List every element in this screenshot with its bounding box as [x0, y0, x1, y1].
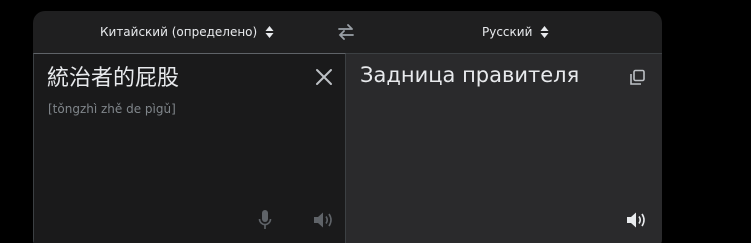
target-language-label: Русский [482, 25, 533, 39]
translator-panel: Китайский (определено) Русский 統治者的屁股 [t… [33, 11, 662, 243]
copy-icon [630, 69, 645, 85]
translation-area: Задница правителя [346, 53, 662, 243]
swap-languages-button[interactable] [335, 22, 357, 42]
updown-arrows-icon [540, 26, 549, 38]
listen-translation-button[interactable] [625, 208, 649, 232]
source-language-label: Китайский (определено) [100, 25, 258, 39]
listen-source-button[interactable] [312, 208, 336, 232]
source-language-selector[interactable]: Китайский (определено) [100, 11, 274, 53]
updown-arrows-icon [265, 26, 274, 38]
speaker-icon [314, 212, 332, 228]
voice-input-button[interactable] [253, 208, 277, 232]
source-text-area[interactable]: 統治者的屁股 [tǒngzhì zhě de pìgǔ] [33, 53, 346, 243]
swap-icon [338, 24, 354, 40]
language-bar: Китайский (определено) Русский [33, 11, 662, 53]
clear-text-button[interactable] [312, 65, 336, 89]
microphone-icon [258, 210, 272, 229]
transliteration: [tǒngzhì zhě de pìgǔ] [48, 102, 176, 116]
speaker-icon [627, 212, 645, 228]
target-language-selector[interactable]: Русский [482, 11, 549, 53]
close-icon [316, 69, 332, 85]
translation-text: Задница правителя [360, 63, 580, 87]
copy-translation-button[interactable] [625, 66, 649, 90]
source-text-input[interactable]: 統治者的屁股 [47, 64, 179, 94]
